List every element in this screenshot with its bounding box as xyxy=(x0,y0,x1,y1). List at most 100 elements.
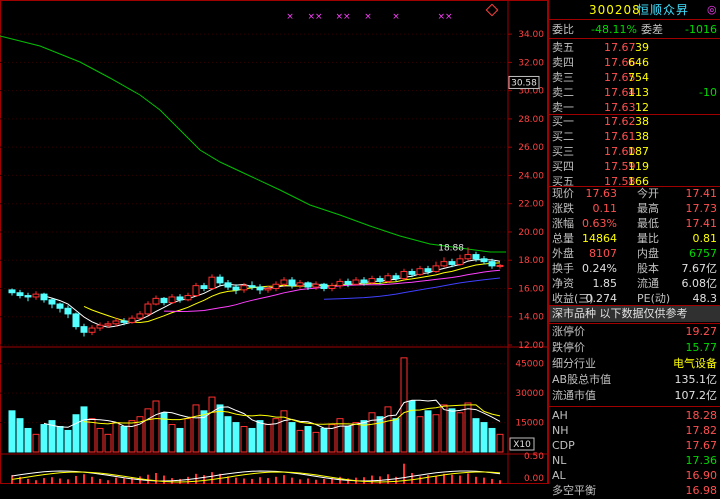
bid-volume: 187 xyxy=(628,145,649,158)
ask-row[interactable]: 卖二 17.64 113 -10 xyxy=(549,85,720,101)
candle-body xyxy=(264,287,272,291)
quote-label: 内盘 xyxy=(637,247,659,260)
ask-volume: 113 xyxy=(628,86,649,99)
quote-label: 外盘 xyxy=(552,247,574,260)
volume-bar xyxy=(112,422,120,453)
candle-body xyxy=(216,276,224,284)
volume-bar xyxy=(464,402,472,453)
ask-volume: 646 xyxy=(628,56,649,69)
stock-header: 300208 恒顺众昇 ◎ xyxy=(549,2,720,18)
event-marker-icon: × xyxy=(392,12,400,22)
bid-row[interactable]: 买三 17.60 187 xyxy=(549,144,720,160)
ask-row[interactable]: 卖四 17.66 646 xyxy=(549,55,720,71)
candle-body xyxy=(392,275,400,280)
volume-bar xyxy=(400,357,408,453)
quote-value: 6757 xyxy=(689,247,717,260)
volume-bar xyxy=(64,429,72,453)
index-label: AH xyxy=(552,409,568,422)
volume-bar xyxy=(312,431,320,453)
index-row: AL 16.90 xyxy=(549,468,720,484)
volume-bar xyxy=(296,429,304,453)
volume-bar xyxy=(264,424,272,453)
quote-value: 17.41 xyxy=(685,217,718,230)
indicator-tick-label: 0.00 xyxy=(524,474,544,484)
chart-area[interactable]: 34.00 32.00 30.00 28.00 26.00 24.00 22.00 20.00… xyxy=(0,0,548,484)
extra-row: 流通市值 107.2亿 xyxy=(549,388,720,404)
bid-row[interactable]: 买四 17.59 119 xyxy=(549,159,720,175)
stock-badge-icon[interactable]: ◎ xyxy=(707,2,717,18)
extra-label: 涨停价 xyxy=(552,325,585,338)
quote-label: 流通 xyxy=(637,277,659,290)
kline-chart[interactable]: 34.0032.0030.0028.0026.0024.0022.0020.00… xyxy=(0,0,548,484)
volume-bar xyxy=(256,420,264,453)
ask-label: 卖二 xyxy=(552,86,574,99)
volume-bar xyxy=(56,426,64,453)
candle-body xyxy=(480,258,488,263)
candle-body xyxy=(160,297,168,304)
quote-label: 股本 xyxy=(637,262,659,275)
diamond-icon xyxy=(485,3,499,17)
candle-body xyxy=(112,320,120,325)
volume-bar xyxy=(344,426,352,453)
index-label: NL xyxy=(552,454,567,467)
extra-row: 跌停价 15.77 xyxy=(549,340,720,356)
ratio-value: -48.11% xyxy=(591,23,637,36)
ask-change: -10 xyxy=(699,86,717,99)
candle-body xyxy=(192,285,200,297)
candle-body xyxy=(240,285,248,291)
volume-bar xyxy=(176,427,184,453)
index-label: CDP xyxy=(552,439,575,452)
index-value: 17.36 xyxy=(685,454,718,467)
volume-bar xyxy=(128,420,136,453)
quote-label: 今开 xyxy=(637,187,659,200)
index-row: AH 18.28 xyxy=(549,408,720,424)
quote-label: 净资 xyxy=(552,277,574,290)
quote-value: 1.85 xyxy=(592,277,618,290)
quote-label: 量比 xyxy=(637,232,659,245)
candle-body xyxy=(72,313,80,328)
bid-row[interactable]: 买二 17.61 38 xyxy=(549,129,720,145)
ask-row[interactable]: 卖三 17.65 754 xyxy=(549,70,720,86)
volume-bar xyxy=(144,408,152,453)
candle-body xyxy=(208,276,216,289)
extra-value: 107.2亿 xyxy=(674,389,718,402)
extra-value: 135.1亿 xyxy=(674,373,718,386)
candle-body xyxy=(288,279,296,287)
volume-bar xyxy=(368,412,376,453)
volume-bar xyxy=(288,422,296,453)
ask-volume: 754 xyxy=(628,71,649,84)
quote-value: 6.08亿 xyxy=(681,277,718,290)
price-tick-label: 26.00 xyxy=(518,143,544,153)
extra-row: 涨停价 19.27 xyxy=(549,324,720,340)
volume-unit: X10 xyxy=(513,440,531,450)
candle-body xyxy=(88,327,96,333)
candle-body xyxy=(8,289,16,294)
event-marker-icon: ×× xyxy=(335,12,350,22)
volume-bar xyxy=(304,426,312,453)
index-value: 16.98 xyxy=(685,484,718,497)
candle-body xyxy=(64,307,72,315)
price-tick-label: 32.00 xyxy=(518,58,544,68)
volume-bar xyxy=(88,418,96,453)
stock-code: 300208 xyxy=(589,3,641,17)
candle-body xyxy=(488,261,496,267)
volume-bar xyxy=(456,412,464,453)
quote-value: 17.63 xyxy=(585,187,618,200)
ask-label: 卖四 xyxy=(552,56,574,69)
bid-volume: 119 xyxy=(628,160,649,173)
candle-body xyxy=(56,303,64,309)
volume-bar xyxy=(104,433,112,453)
volume-bar xyxy=(96,427,104,453)
ask-row[interactable]: 卖五 17.67 39 xyxy=(549,40,720,56)
index-row: NL 17.36 xyxy=(549,453,720,469)
indicator-line xyxy=(11,471,501,483)
indicator-tick-label: 0.50 xyxy=(524,452,544,462)
volume-bar xyxy=(72,414,80,453)
stock-name: 恒顺众昇 xyxy=(637,3,690,17)
volume-bar xyxy=(16,418,24,453)
candle-body xyxy=(496,264,504,267)
index-value: 18.28 xyxy=(685,409,718,422)
index-label: NH xyxy=(552,424,569,437)
bid-row[interactable]: 买一 17.62 38 xyxy=(549,114,720,130)
diff-value: -1016 xyxy=(685,23,717,36)
